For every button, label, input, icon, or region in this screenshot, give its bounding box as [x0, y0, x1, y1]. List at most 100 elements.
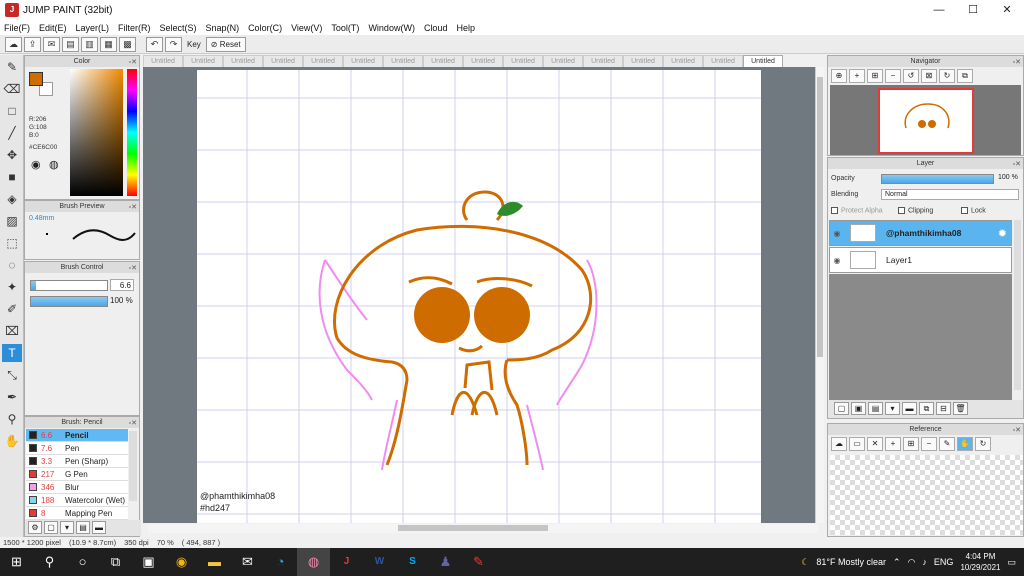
brush-item[interactable]: 346 Blur — [26, 481, 128, 494]
brush-item[interactable]: 3.3 Pen (Sharp) — [26, 455, 128, 468]
new-folder-icon[interactable]: ▬ — [902, 402, 917, 415]
messenger-icon[interactable]: ◍ — [297, 548, 330, 576]
horizontal-scroll-thumb[interactable] — [398, 525, 548, 531]
duplicate-layer-icon[interactable]: ⧉ — [919, 402, 934, 415]
bucket-tool-icon[interactable]: ◈ — [2, 190, 22, 208]
eyedropper-tool-icon[interactable]: ⚲ — [2, 410, 22, 428]
canvas-area[interactable]: @phamthikimha08 #hd247 — [143, 67, 815, 523]
cloud-reference-icon[interactable]: ☁ — [831, 437, 847, 451]
cloud-icon[interactable]: ☁ — [5, 36, 22, 52]
reference-view[interactable] — [830, 455, 1023, 535]
minimize-button[interactable]: — — [922, 0, 956, 20]
notification-icon[interactable]: ▭ — [1007, 557, 1016, 568]
document-icon[interactable]: ▥ — [81, 36, 98, 52]
reference-hand-icon[interactable]: ✋ — [957, 437, 973, 451]
brush-size-slider[interactable] — [30, 280, 108, 291]
mail-icon[interactable]: ✉ — [231, 548, 264, 576]
menu-color[interactable]: Color(C) — [248, 23, 282, 33]
blending-select[interactable]: Normal — [881, 189, 1019, 200]
tab-untitled[interactable]: Untitled — [143, 55, 183, 67]
tab-untitled[interactable]: Untitled — [703, 55, 743, 67]
tab-untitled[interactable]: Untitled — [223, 55, 263, 67]
word-icon[interactable]: W — [363, 548, 396, 576]
fill-rect-tool-icon[interactable]: ■ — [2, 168, 22, 186]
reference-zoom-out-icon[interactable]: − — [921, 437, 937, 451]
grid-icon[interactable]: ▩ — [119, 36, 136, 52]
tab-untitled[interactable]: Untitled — [343, 55, 383, 67]
jump-paint-taskbar-icon[interactable]: J — [330, 548, 363, 576]
zoom-fit-icon[interactable]: ⊕ — [831, 69, 847, 83]
brush-settings-icon[interactable]: ⚙ — [28, 521, 42, 534]
layer-scrollbar[interactable] — [1014, 220, 1021, 390]
menu-view[interactable]: View(V) — [291, 23, 322, 33]
menu-snap[interactable]: Snap(N) — [206, 23, 240, 33]
tab-untitled[interactable]: Untitled — [423, 55, 463, 67]
task-view-icon[interactable]: ⧉ — [99, 548, 132, 576]
panel-close-icon[interactable]: ▫✕ — [129, 418, 137, 429]
cortana-icon[interactable]: ○ — [66, 548, 99, 576]
tab-untitled[interactable]: Untitled — [303, 55, 343, 67]
new-layer-icon[interactable]: ▢ — [834, 402, 849, 415]
layer-item[interactable]: ◉ @phamthikimha08 ✹ — [829, 220, 1012, 246]
folder-icon[interactable]: ▬ — [92, 521, 106, 534]
menu-edit[interactable]: Edit(E) — [39, 23, 67, 33]
magic-wand-tool-icon[interactable]: ✦ — [2, 278, 22, 296]
add-layer-menu-icon[interactable]: ▾ — [885, 402, 900, 415]
tab-untitled[interactable]: Untitled — [663, 55, 703, 67]
select-eraser-tool-icon[interactable]: ⌧ — [2, 322, 22, 340]
menu-file[interactable]: File(F) — [4, 23, 30, 33]
paint-app-icon[interactable]: ✎ — [462, 548, 495, 576]
visibility-icon[interactable]: ◉ — [830, 229, 844, 238]
hue-slider[interactable] — [127, 69, 137, 196]
transform-tool-icon[interactable]: ⤡ — [2, 366, 22, 384]
reference-rotate-icon[interactable]: ↻ — [975, 437, 991, 451]
zoom-out-icon[interactable]: − — [885, 69, 901, 83]
reference-picker-icon[interactable]: ✎ — [939, 437, 955, 451]
flip-icon[interactable]: ⊠ — [921, 69, 937, 83]
merge-layer-icon[interactable]: ⊟ — [936, 402, 951, 415]
zoom-in-icon[interactable]: + — [849, 69, 865, 83]
lasso-tool-icon[interactable]: ◌ — [2, 256, 22, 274]
vertical-scroll-thumb[interactable] — [817, 77, 823, 357]
delete-layer-icon[interactable]: 🗑 — [953, 402, 968, 415]
volume-icon[interactable]: ♪ — [922, 557, 927, 567]
panel-close-icon[interactable]: ▫✕ — [129, 263, 137, 274]
search-icon[interactable]: ⚲ — [33, 548, 66, 576]
pen-tool-icon[interactable]: ✒ — [2, 388, 22, 406]
language-indicator[interactable]: ENG — [934, 557, 954, 567]
line-tool-icon[interactable]: ╱ — [2, 124, 22, 142]
layer-item[interactable]: ◉ Layer1 — [829, 247, 1012, 273]
chrome-icon[interactable]: ◉ — [165, 548, 198, 576]
panel-close-icon[interactable]: ▫✕ — [1013, 57, 1021, 68]
close-reference-icon[interactable]: ✕ — [867, 437, 883, 451]
gradient-tool-icon[interactable]: ▨ — [2, 212, 22, 230]
message-icon[interactable]: ▤ — [62, 36, 79, 52]
menu-tool[interactable]: Tool(T) — [331, 23, 359, 33]
brush-menu-icon[interactable]: ▾ — [60, 521, 74, 534]
tab-untitled[interactable]: Untitled — [503, 55, 543, 67]
zoom-actual-icon[interactable]: ⊞ — [867, 69, 883, 83]
comment-icon[interactable]: ✉ — [43, 36, 60, 52]
reference-fit-icon[interactable]: ⊞ — [903, 437, 919, 451]
brush-item[interactable]: 188 Watercolor (Wet) — [26, 494, 128, 507]
move-tool-icon[interactable]: ✥ — [2, 146, 22, 164]
redo-icon[interactable]: ↷ — [165, 36, 182, 52]
open-reference-icon[interactable]: ▭ — [849, 437, 865, 451]
close-button[interactable]: ✕ — [990, 0, 1024, 20]
store-icon[interactable]: ▣ — [132, 548, 165, 576]
protect-alpha-checkbox[interactable]: Protect Alpha — [831, 207, 883, 214]
edge-icon[interactable]: ◔ — [264, 548, 297, 576]
brush-tool-icon[interactable]: ✎ — [2, 58, 22, 76]
rotate-left-icon[interactable]: ↺ — [903, 69, 919, 83]
menu-select[interactable]: Select(S) — [160, 23, 197, 33]
tab-untitled[interactable]: Untitled — [543, 55, 583, 67]
reference-zoom-in-icon[interactable]: + — [885, 437, 901, 451]
lock-checkbox[interactable]: Lock — [961, 207, 986, 214]
reset-view-icon[interactable]: ⧉ — [957, 69, 973, 83]
shape-tool-icon[interactable]: □ — [2, 102, 22, 120]
new-layer-1bit-icon[interactable]: ▤ — [868, 402, 883, 415]
visibility-icon[interactable]: ◉ — [830, 256, 844, 265]
page-icon[interactable]: ▦ — [100, 36, 117, 52]
navigator-frame[interactable] — [878, 88, 974, 154]
swatch-icon[interactable]: ◍ — [49, 158, 59, 171]
